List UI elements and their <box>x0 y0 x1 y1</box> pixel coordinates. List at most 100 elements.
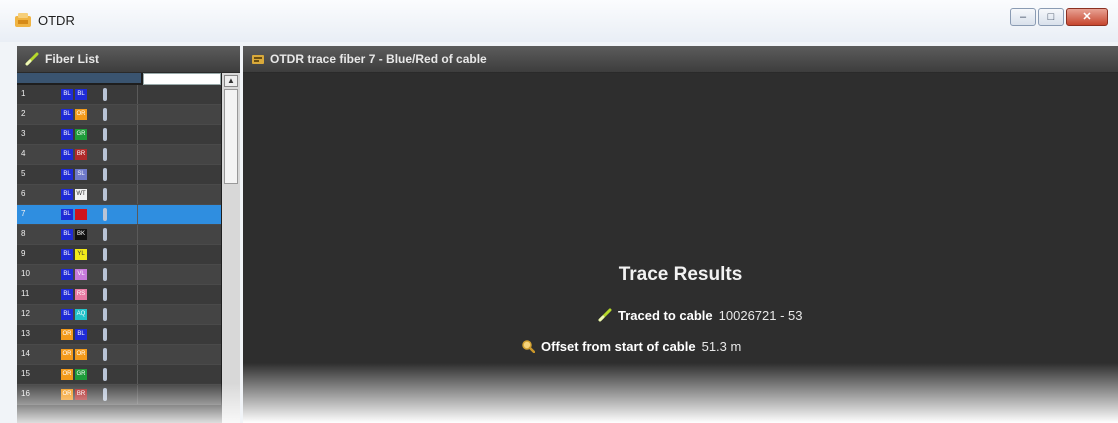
tube-color-swatch: BL <box>61 289 73 300</box>
fiber-color-swatch: GR <box>75 369 87 380</box>
fiber-color-swatch: OR <box>75 109 87 120</box>
fiber-strand-icon <box>103 228 107 241</box>
fiber-number: 11 <box>21 289 30 298</box>
tube-color-swatch: BL <box>61 109 73 120</box>
fiber-strand-icon <box>103 188 107 201</box>
fiber-color-swatch: YL <box>75 249 87 260</box>
fiber-color-swatch: OR <box>75 349 87 360</box>
fiber-row[interactable]: 1 BL BL <box>17 85 221 105</box>
fiber-row[interactable]: 3 BL GR <box>17 125 221 145</box>
fiber-list-scrollbar[interactable]: ▲ <box>222 73 240 423</box>
tube-color-swatch: OR <box>61 329 73 340</box>
maximize-button[interactable]: □ <box>1038 8 1064 26</box>
fiber-row[interactable]: 13 OR BL <box>17 325 221 345</box>
fiber-color-swatch: AQ <box>75 309 87 320</box>
fiber-number: 12 <box>21 309 30 318</box>
tube-color-swatch: OR <box>61 349 73 360</box>
fiber-number: 1 <box>21 89 26 98</box>
fiber-strand-icon <box>103 348 107 361</box>
column-divider <box>137 325 138 344</box>
column-divider <box>137 285 138 304</box>
fiber-strand-icon <box>103 268 107 281</box>
tube-color-swatch: BL <box>61 309 73 320</box>
fiber-row[interactable]: 2 BL OR <box>17 105 221 125</box>
fiber-number: 2 <box>21 109 26 118</box>
tube-color-swatch: OR <box>61 369 73 380</box>
fiber-strand-icon <box>103 108 107 121</box>
fiber-number: 5 <box>21 169 26 178</box>
column-divider <box>137 85 138 104</box>
fiber-number: 3 <box>21 129 26 138</box>
column-divider <box>137 125 138 144</box>
list-column-headers <box>17 73 141 83</box>
fiber-list-title: Fiber List <box>45 52 100 66</box>
close-button[interactable]: ✕ <box>1066 8 1108 26</box>
otdr-trace-panel: OTDR trace fiber 7 - Blue/Red of cable T… <box>243 46 1118 423</box>
tube-color-swatch: BL <box>61 229 73 240</box>
fiber-number: 8 <box>21 229 26 238</box>
offset-row: Offset from start of cable 51.3 m <box>521 339 741 354</box>
fiber-row[interactable]: 15 OR GR <box>17 365 221 385</box>
fiber-row[interactable]: 4 BL BR <box>17 145 221 165</box>
fiber-icon <box>25 52 39 66</box>
close-icon: ✕ <box>1082 11 1092 23</box>
trace-panel-title: OTDR trace fiber 7 - Blue/Red of cable <box>270 52 487 66</box>
fiber-row[interactable]: 11 BL RS <box>17 285 221 305</box>
fiber-color-swatch: BL <box>75 329 87 340</box>
offset-value: 51.3 m <box>701 339 742 354</box>
trace-results-title: Trace Results <box>618 264 743 285</box>
column-divider <box>137 205 138 224</box>
fiber-color-swatch: RS <box>75 289 87 300</box>
fiber-row[interactable]: 8 BL BK <box>17 225 221 245</box>
fiber-icon <box>598 308 612 322</box>
fiber-number: 15 <box>21 369 30 378</box>
fiber-row[interactable]: 12 BL AQ <box>17 305 221 325</box>
fiber-strand-icon <box>103 308 107 321</box>
fiber-color-swatch: GR <box>75 129 87 140</box>
fiber-row[interactable]: 10 BL VL <box>17 265 221 285</box>
fiber-color-swatch <box>75 209 87 220</box>
window-title: OTDR <box>38 13 75 28</box>
traced-to-cable-row: Traced to cable 10026721 - 53 <box>598 308 803 323</box>
scroll-thumb[interactable] <box>224 89 238 184</box>
fiber-number: 7 <box>21 209 26 218</box>
fiber-number: 13 <box>21 329 30 338</box>
minimize-button[interactable]: – <box>1010 8 1036 26</box>
fiber-row[interactable]: 7 BL <box>17 205 221 225</box>
fiber-number: 14 <box>21 349 30 358</box>
fiber-number: 10 <box>21 269 30 278</box>
fiber-color-swatch: BL <box>75 89 87 100</box>
window-controls: – □ ✕ <box>1010 8 1108 26</box>
otdr-icon <box>252 55 264 64</box>
tube-color-swatch: BL <box>61 149 73 160</box>
fiber-list: 1 BL BL 2 BL OR 3 BL GR 4 BL BR 5 BL SL 6 BL WT 7 BL 8 BL BK 9 B… <box>17 73 240 423</box>
fiber-rows: 1 BL BL 2 BL OR 3 BL GR 4 BL BR 5 BL SL 6 BL WT 7 BL 8 BL BK 9 B… <box>17 85 221 405</box>
app-icon <box>15 13 31 27</box>
fiber-row[interactable]: 6 BL WT <box>17 185 221 205</box>
fiber-strand-icon <box>103 288 107 301</box>
fiber-strand-icon <box>103 368 107 381</box>
column-divider <box>137 145 138 164</box>
scroll-up-icon[interactable]: ▲ <box>224 75 238 87</box>
otdr-window: OTDR – □ ✕ Fiber List 1 BL BL 2 BL OR 3 BL GR 4 BL… <box>0 0 1118 423</box>
offset-label: Offset from start of cable <box>541 339 696 354</box>
fiber-color-swatch: SL <box>75 169 87 180</box>
minimize-icon: – <box>1019 11 1027 23</box>
fiber-strand-icon <box>103 168 107 181</box>
fiber-list-panel: Fiber List 1 BL BL 2 BL OR 3 BL GR 4 BL BR 5 BL SL 6 BL W… <box>17 46 240 423</box>
fiber-row[interactable]: 5 BL SL <box>17 165 221 185</box>
fiber-color-swatch: WT <box>75 189 87 200</box>
traced-to-cable-label: Traced to cable <box>618 308 713 323</box>
fiber-row[interactable]: 14 OR OR <box>17 345 221 365</box>
fiber-strand-icon <box>103 88 107 101</box>
tube-color-swatch: BL <box>61 189 73 200</box>
column-divider <box>137 225 138 244</box>
tube-color-swatch: BL <box>61 129 73 140</box>
traced-to-cable-value: 10026721 - 53 <box>718 308 803 323</box>
column-divider <box>137 245 138 264</box>
trace-panel-header: OTDR trace fiber 7 - Blue/Red of cable <box>243 46 1118 73</box>
fiber-color-swatch: BK <box>75 229 87 240</box>
fiber-row[interactable]: 9 BL YL <box>17 245 221 265</box>
fiber-number: 9 <box>21 249 26 258</box>
fiber-filter-input[interactable] <box>143 73 221 85</box>
